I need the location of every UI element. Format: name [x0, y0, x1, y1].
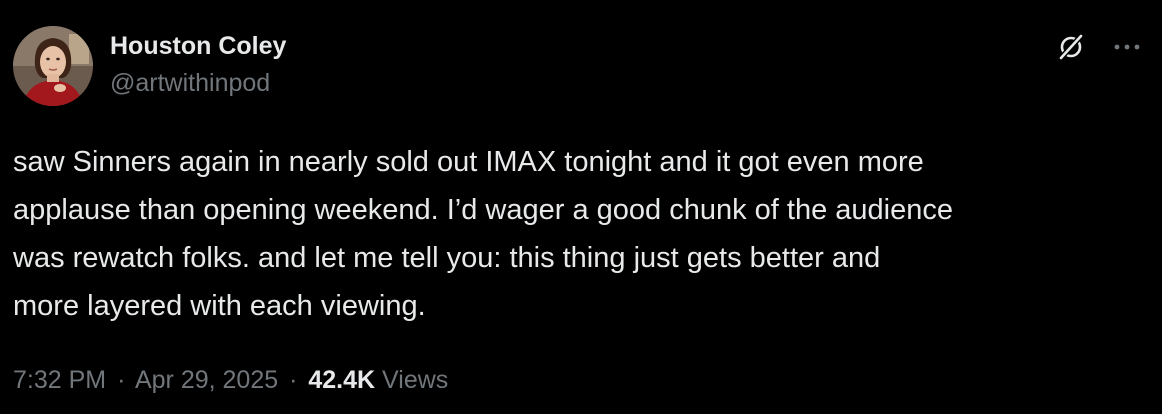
tweet-meta: 7:32 PM · Apr 29, 2025 · 42.4K Views	[13, 364, 448, 396]
tweet-text: saw Sinners again in nearly sold out IMA…	[13, 138, 1153, 330]
tweet-text-line: applause than opening weekend. I’d wager…	[13, 194, 953, 226]
tweet-time[interactable]: 7:32 PM	[13, 366, 106, 394]
more-icon[interactable]	[1112, 40, 1142, 54]
grok-icon[interactable]	[1056, 32, 1086, 62]
tweet-text-line: saw Sinners again in nearly sold out IMA…	[13, 146, 924, 178]
avatar-photo-icon	[13, 26, 93, 106]
meta-separator: ·	[117, 366, 126, 394]
views-label: Views	[382, 366, 449, 394]
author-display-name[interactable]: Houston Coley	[110, 30, 286, 62]
views-count[interactable]: 42.4K	[308, 366, 375, 394]
author-handle[interactable]: @artwithinpod	[110, 67, 286, 99]
tweet-date[interactable]: Apr 29, 2025	[135, 366, 278, 394]
tweet-card: Houston Coley @artwithinpod saw Sinners …	[0, 0, 1162, 414]
author-block: Houston Coley @artwithinpod	[110, 30, 286, 99]
tweet-text-line: was rewatch folks. and let me tell you: …	[13, 242, 881, 274]
tweet-text-line: more layered with each viewing.	[13, 290, 426, 322]
meta-separator: ·	[289, 366, 298, 394]
avatar[interactable]	[13, 26, 93, 106]
